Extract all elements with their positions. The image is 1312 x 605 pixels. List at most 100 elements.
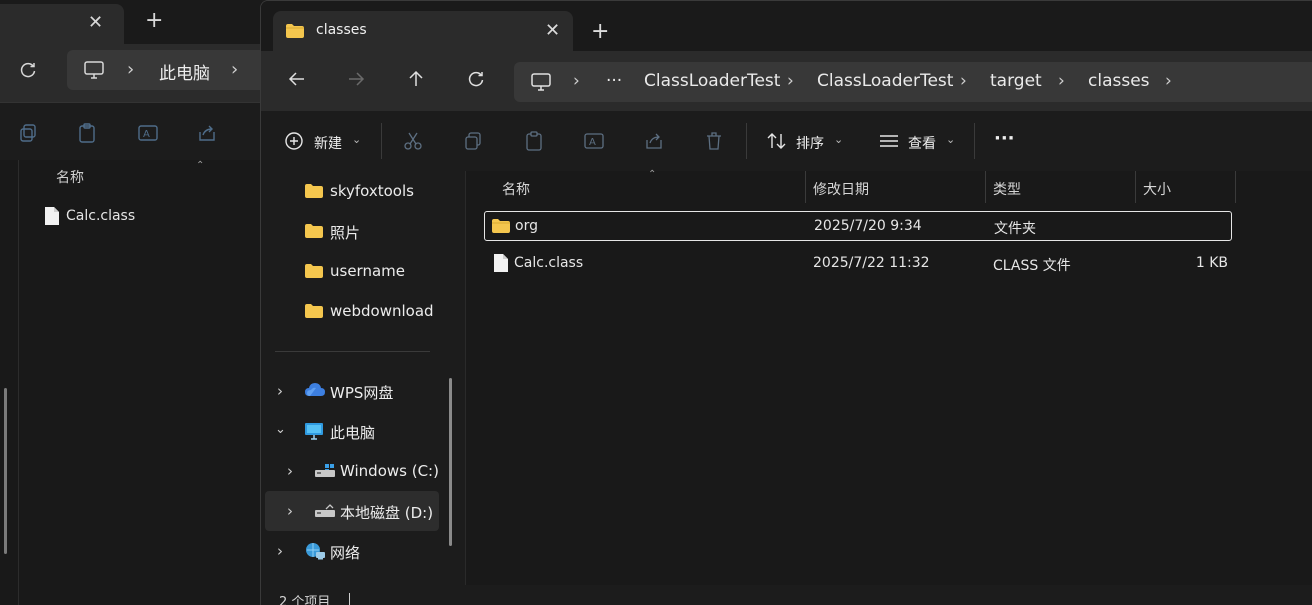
copy-icon[interactable] <box>463 131 483 151</box>
nav-item-label: Windows (C:) <box>340 462 439 480</box>
tab-close-icon[interactable]: ✕ <box>545 20 560 41</box>
folder-icon <box>492 219 510 233</box>
column-header-name[interactable]: 名称 <box>502 179 530 199</box>
nav-item-wps[interactable]: › WPS网盘 <box>265 373 439 409</box>
bg-address-bar[interactable]: › 此电脑 › <box>67 50 267 90</box>
file-name: org <box>515 218 538 234</box>
breadcrumb-item[interactable]: target <box>990 71 1042 91</box>
nav-item-label: 网络 <box>330 544 361 562</box>
delete-icon[interactable] <box>704 131 724 151</box>
breadcrumb-overflow[interactable]: ··· <box>606 71 622 91</box>
view-button[interactable]: 查看 <box>908 133 936 153</box>
bg-chevron-right-icon[interactable]: › <box>127 59 134 80</box>
bg-tab[interactable]: ✕ <box>0 4 124 44</box>
nav-scrollbar[interactable] <box>449 378 452 546</box>
view-icon[interactable] <box>878 131 900 151</box>
toolbar-divider <box>974 123 975 159</box>
chevron-down-icon[interactable]: ⌄ <box>834 133 843 146</box>
nav-item-drive-d[interactable]: › 本地磁盘 (D:) <box>265 491 439 531</box>
bg-toolbar: A <box>0 102 262 160</box>
file-list: ⌃ 名称 修改日期 类型 大小 org 2025/7/20 9:34 文件夹 C… <box>465 169 1312 585</box>
column-divider[interactable] <box>805 171 806 203</box>
navigation-pane: skyfoxtools 照片 username webdownload › WP… <box>261 171 465 585</box>
new-tab-icon[interactable]: + <box>591 19 609 45</box>
nav-item-label: webdownload <box>330 302 434 320</box>
bg-paste-icon[interactable] <box>77 123 97 143</box>
folder-icon <box>305 224 323 238</box>
cut-icon[interactable] <box>403 131 423 151</box>
bg-share-icon[interactable] <box>197 123 217 143</box>
pc-icon[interactable] <box>530 72 552 92</box>
forward-icon[interactable] <box>346 69 366 89</box>
nav-item-folder[interactable]: webdownload <box>265 293 439 329</box>
bg-pc-icon <box>84 61 104 79</box>
sort-icon[interactable] <box>766 131 788 151</box>
breadcrumb-item-current[interactable]: classes <box>1088 71 1150 91</box>
bg-list-item[interactable]: Calc.class <box>44 206 135 226</box>
add-icon[interactable] <box>284 131 304 151</box>
bg-column-name-header[interactable]: 名称 <box>56 167 84 187</box>
background-explorer-window: ✕ + › 此电脑 › A ⌃ 名称 Calc.class <box>0 0 267 605</box>
share-icon[interactable] <box>644 131 664 151</box>
tab-title: classes <box>316 22 367 38</box>
sort-button[interactable]: 排序 <box>796 133 824 153</box>
rename-icon[interactable]: A <box>583 131 605 151</box>
tab-bar: classes ✕ + <box>261 1 1312 51</box>
chevron-right-icon[interactable]: › <box>960 71 967 91</box>
chevron-right-icon[interactable]: › <box>787 71 794 91</box>
chevron-right-icon[interactable]: › <box>1165 71 1172 91</box>
nav-item-drive-c[interactable]: › Windows (C:) <box>265 453 439 489</box>
chevron-right-icon[interactable]: › <box>277 542 283 560</box>
chevron-down-icon[interactable]: ⌄ <box>946 133 955 146</box>
bg-new-tab-icon[interactable]: + <box>145 8 163 34</box>
column-header-modified[interactable]: 修改日期 <box>813 179 869 199</box>
chevron-right-icon[interactable]: › <box>287 462 293 480</box>
sort-indicator-icon: ⌃ <box>648 169 657 180</box>
bg-scrollbar[interactable] <box>4 388 7 554</box>
new-button[interactable]: 新建 <box>314 133 342 153</box>
chevron-right-icon[interactable]: › <box>1058 71 1065 91</box>
column-divider[interactable] <box>1235 171 1236 203</box>
chevron-down-icon[interactable]: ⌄ <box>352 133 361 146</box>
chevron-down-icon[interactable]: ⌄ <box>275 422 286 437</box>
nav-item-folder[interactable]: skyfoxtools <box>265 173 439 209</box>
status-divider <box>349 593 350 605</box>
tab-classes[interactable]: classes ✕ <box>273 11 573 51</box>
refresh-icon[interactable] <box>466 69 486 89</box>
up-icon[interactable] <box>406 69 426 89</box>
bg-location-label[interactable]: 此电脑 <box>159 59 210 84</box>
nav-item-folder[interactable]: username <box>265 253 439 289</box>
bg-rename-icon[interactable]: A <box>137 123 159 143</box>
nav-item-folder[interactable]: 照片 <box>265 213 439 249</box>
table-row[interactable]: Calc.class 2025/7/22 11:32 CLASS 文件 1 KB <box>484 249 1232 279</box>
bg-refresh-icon[interactable] <box>18 60 38 80</box>
address-bar[interactable]: › ··· ClassLoaderTest › ClassLoaderTest … <box>514 62 1312 102</box>
navigation-bar: › ··· ClassLoaderTest › ClassLoaderTest … <box>261 51 1312 111</box>
chevron-right-icon[interactable]: › <box>277 382 283 400</box>
nav-item-label: 照片 <box>330 224 361 242</box>
more-options-button[interactable]: ··· <box>994 128 1015 149</box>
file-icon <box>45 207 59 225</box>
paste-icon[interactable] <box>524 131 544 151</box>
table-row[interactable]: org 2025/7/20 9:34 文件夹 <box>484 211 1232 241</box>
file-modified: 2025/7/20 9:34 <box>814 218 922 234</box>
nav-item-network[interactable]: › 网络 <box>265 533 439 569</box>
column-header-size[interactable]: 大小 <box>1143 179 1171 199</box>
breadcrumb-item[interactable]: ClassLoaderTest <box>644 71 780 91</box>
breadcrumb-item[interactable]: ClassLoaderTest <box>817 71 953 91</box>
column-divider[interactable] <box>1135 171 1136 203</box>
bg-file-list: ⌃ 名称 Calc.class <box>0 160 262 605</box>
nav-item-this-pc[interactable]: ⌄ 此电脑 <box>265 413 439 449</box>
column-header-type[interactable]: 类型 <box>993 179 1021 199</box>
bg-chevron-right-icon[interactable]: › <box>231 59 238 80</box>
column-divider[interactable] <box>985 171 986 203</box>
cloud-icon <box>305 383 325 396</box>
bg-tab-close-icon[interactable]: ✕ <box>88 12 103 33</box>
chevron-right-icon[interactable]: › <box>573 71 580 91</box>
drive-icon <box>315 504 335 517</box>
back-icon[interactable] <box>287 69 307 89</box>
bg-copy-icon[interactable] <box>18 123 38 143</box>
folder-icon <box>305 304 323 318</box>
chevron-right-icon[interactable]: › <box>287 502 293 520</box>
windows-drive-icon <box>315 464 335 477</box>
